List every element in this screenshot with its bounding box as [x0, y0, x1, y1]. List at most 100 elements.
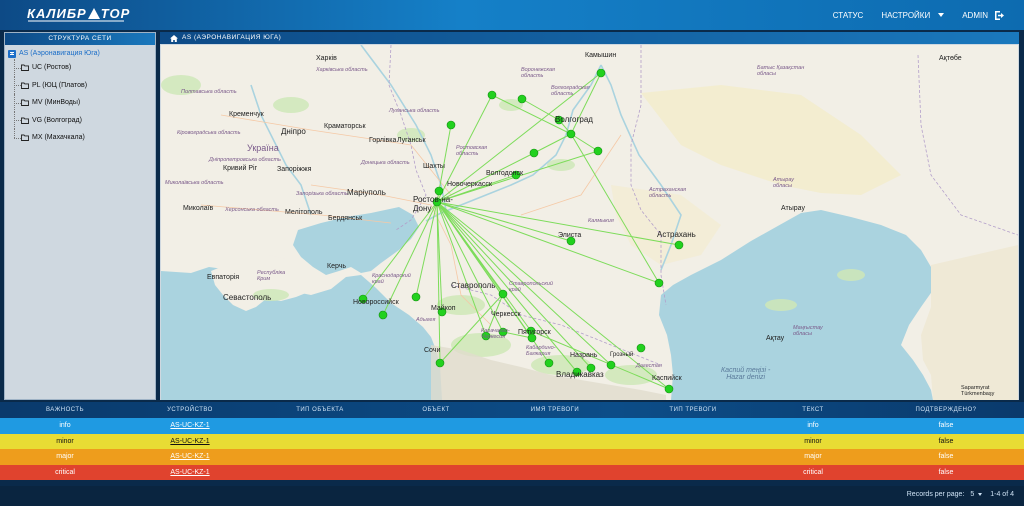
- network-node[interactable]: [517, 94, 527, 104]
- map-label-karachay: Карачаево- Черкесия: [481, 328, 510, 340]
- tree-item-pl[interactable]: PL (ЮЦ (Платов): [5, 76, 155, 95]
- cell-object: [390, 465, 482, 481]
- col-severity[interactable]: ВАЖНОСТЬ: [0, 402, 130, 418]
- network-link: [533, 133, 572, 154]
- network-node[interactable]: [544, 358, 554, 368]
- map-label-dnipro: Дніпро: [281, 127, 306, 136]
- map-label-grozny: Грозный: [610, 352, 634, 358]
- map-label-luhansk: Луганськ: [397, 137, 426, 144]
- col-device[interactable]: УСТРОЙСТВО: [130, 402, 250, 418]
- tree-item-vg[interactable]: VG (Волгоград): [5, 111, 155, 130]
- network-node[interactable]: [593, 146, 603, 156]
- nav-status[interactable]: СТАТУС: [833, 11, 864, 20]
- map-label-aktobe: Ақтөбе: [939, 55, 962, 62]
- cell-confirmed: false: [938, 468, 954, 476]
- nav-user-label: ADMIN: [962, 10, 988, 20]
- nav-status-label: СТАТУС: [832, 10, 864, 20]
- records-per-page-select[interactable]: 5: [970, 491, 974, 498]
- tree-item-label: VG (Волгоград): [32, 116, 82, 124]
- device-link[interactable]: AS-UC-KZ-1: [170, 469, 209, 476]
- tree-item-mv[interactable]: MV (МинВоды): [5, 94, 155, 112]
- chevron-down-icon[interactable]: [978, 493, 983, 496]
- home-icon[interactable]: [170, 34, 178, 42]
- network-node[interactable]: [378, 310, 388, 320]
- map-label-novocherkassk: Новочеркасск: [447, 181, 492, 188]
- network-node[interactable]: [434, 186, 444, 196]
- cell-severity: info: [59, 422, 71, 430]
- cell-object: [390, 418, 482, 434]
- map-label-ukraine: Україна: [247, 143, 279, 153]
- map-label-kherson-obl: Херсонська область: [225, 207, 279, 213]
- tree-item-uc[interactable]: UC (Ростов): [5, 59, 155, 77]
- network-node[interactable]: [596, 68, 606, 78]
- map-label-pyatigorsk: Пятигорск: [518, 329, 551, 336]
- map-label-zaporizh-obl: Запорізька область: [296, 191, 348, 197]
- tree-item-mx[interactable]: MX (Махачкала): [5, 129, 155, 147]
- table-row[interactable]: critical AS-UC-KZ-1 critical false: [0, 464, 1024, 481]
- tree-item-label: MX (Махачкала): [32, 134, 85, 142]
- network-structure-panel: СТРУКТУРА СЕТИ AS (Аэронавигация Юга) UC…: [4, 32, 156, 400]
- network-node[interactable]: [606, 360, 616, 370]
- map-label-novorossiysk: Новороссийск: [353, 299, 399, 306]
- cell-object-type: [250, 434, 390, 450]
- device-link[interactable]: AS-UC-KZ-1: [170, 438, 209, 445]
- network-map[interactable]: Харків Харківська область Полтавська обл…: [161, 45, 1018, 400]
- network-node[interactable]: [487, 90, 497, 100]
- top-nav: СТАТУС НАСТРОЙКИ ADMIN: [833, 0, 1024, 30]
- device-link[interactable]: AS-UC-KZ-1: [170, 422, 209, 429]
- network-node[interactable]: [654, 278, 664, 288]
- cell-text: info: [807, 422, 819, 430]
- folder-icon: [21, 117, 29, 124]
- col-text[interactable]: ТЕКСТ: [758, 402, 868, 418]
- network-node[interactable]: [664, 384, 674, 394]
- col-alarm-name[interactable]: ИМЯ ТРЕВОГИ: [482, 402, 628, 418]
- network-link: [570, 133, 599, 152]
- cell-confirmed: false: [938, 437, 954, 445]
- nav-settings[interactable]: НАСТРОЙКИ: [881, 10, 945, 20]
- table-row[interactable]: minor AS-UC-KZ-1 minor false: [0, 433, 1024, 450]
- network-node[interactable]: [566, 129, 576, 139]
- folder-icon: [21, 64, 29, 72]
- cell-object-type: [250, 465, 390, 481]
- network-link: [570, 72, 602, 135]
- network-node[interactable]: [674, 240, 684, 250]
- col-object[interactable]: ОБЪЕКТ: [390, 402, 482, 418]
- col-object-type[interactable]: ТИП ОБЪЕКТА: [250, 402, 390, 418]
- network-icon: [8, 49, 16, 58]
- map-label-cherkessk: Черкесск: [491, 311, 521, 318]
- logout-icon[interactable]: [994, 10, 1006, 21]
- cell-alarm-type: [628, 449, 758, 465]
- map-label-nazran: Назрань: [570, 352, 598, 359]
- map-label-yevpatoria: Евпаторія: [207, 274, 240, 281]
- table-row[interactable]: major AS-UC-KZ-1 major false: [0, 449, 1024, 465]
- network-node[interactable]: [411, 292, 421, 302]
- device-link[interactable]: AS-UC-KZ-1: [170, 453, 209, 460]
- page-range: 1-4 of 4: [990, 491, 1014, 498]
- table-row[interactable]: info AS-UC-KZ-1 info false: [0, 418, 1024, 434]
- network-node[interactable]: [446, 120, 456, 130]
- col-confirmed[interactable]: ПОДТВЕРЖДЕНО?: [868, 402, 1024, 418]
- logo-triangle-icon: [87, 8, 100, 19]
- network-node[interactable]: [529, 148, 539, 158]
- network-node[interactable]: [498, 289, 508, 299]
- nav-user[interactable]: ADMIN: [962, 10, 1006, 21]
- map-label-shakhty: Шахты: [423, 163, 445, 170]
- tree-root-node[interactable]: AS (Аэронавигация Юга): [5, 45, 155, 59]
- alarm-table: ВАЖНОСТЬ УСТРОЙСТВО ТИП ОБЪЕКТА ОБЪЕКТ И…: [0, 402, 1024, 484]
- tree-item-label: PL (ЮЦ (Платов): [32, 81, 88, 89]
- network-node[interactable]: [636, 343, 646, 353]
- app-logo[interactable]: КАЛИБР ТОР: [27, 6, 130, 21]
- records-per-page-label: Records per page:: [906, 491, 965, 498]
- map-label-melitopol: Мелітополь: [285, 209, 323, 216]
- map-label-poltava-obl: Полтавська область: [181, 89, 237, 95]
- col-alarm-type[interactable]: ТИП ТРЕВОГИ: [628, 402, 758, 418]
- map-label-kirovograd: Кіровоградська область: [177, 130, 241, 136]
- cell-text: major: [804, 453, 822, 461]
- cell-alarm-type: [628, 465, 758, 481]
- network-node[interactable]: [435, 358, 445, 368]
- map-title: AS (АЭРОНАВИГАЦИЯ ЮГА): [182, 34, 282, 41]
- map-label-kharkiv-obl: Харківська область: [316, 67, 368, 73]
- map-label-mangystau: Маңғыстау обласы: [793, 325, 823, 337]
- map-label-voronezh: Воронежская область: [521, 67, 555, 79]
- nav-settings-label: НАСТРОЙКИ: [881, 10, 931, 20]
